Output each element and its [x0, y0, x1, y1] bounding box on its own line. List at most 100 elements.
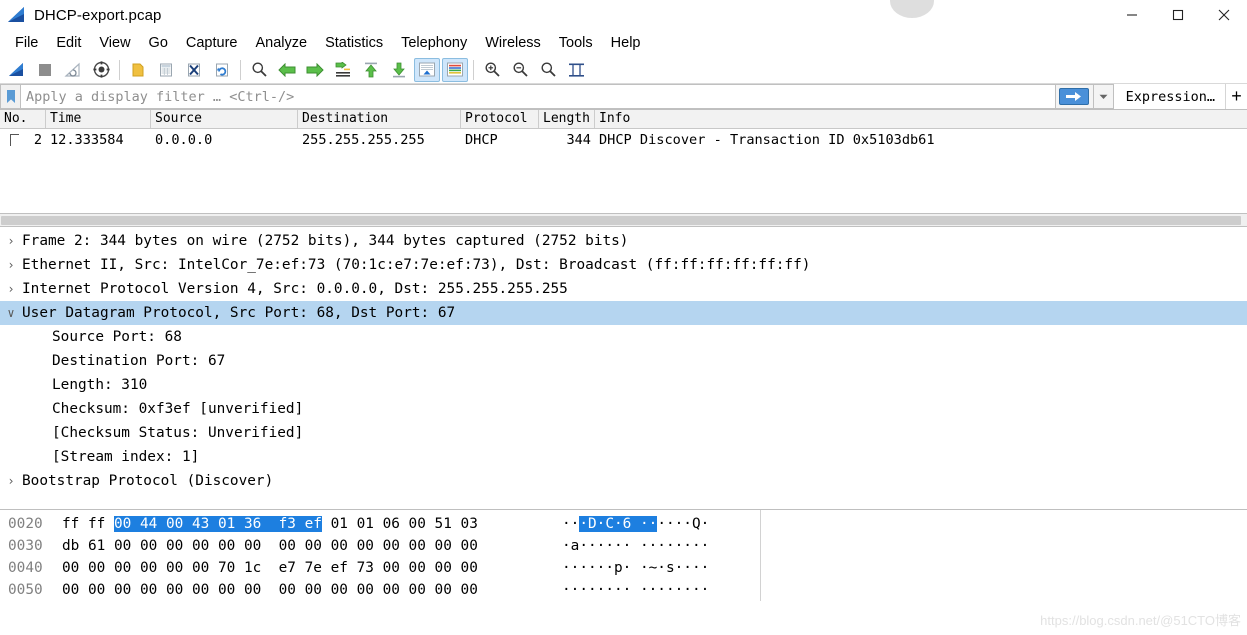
colorize-packets-icon[interactable] [442, 57, 468, 82]
packet-list-header: No. Time Source Destination Protocol Len… [0, 110, 1247, 129]
hex-offset: 0020 [8, 516, 43, 532]
scrollbar-thumb[interactable] [1, 216, 1241, 225]
detail-row-ipv4[interactable]: › Internet Protocol Version 4, Src: 0.0.… [0, 277, 1247, 301]
hex-row[interactable]: 0050 00 00 00 00 00 00 00 00 00 00 00 00… [0, 579, 1247, 601]
toolbar-separator [240, 59, 241, 80]
packet-list-pane: No. Time Source Destination Protocol Len… [0, 110, 1247, 227]
save-file-icon[interactable] [153, 58, 179, 82]
packet-detail-pane: › Frame 2: 344 bytes on wire (2752 bits)… [0, 227, 1247, 509]
packet-list-rows: 2 12.333584 0.0.0.0 255.255.255.255 DHCP… [0, 129, 1247, 150]
column-header-protocol[interactable]: Protocol [461, 110, 539, 128]
hex-bytes-post: 01 01 06 00 51 03 [321, 516, 478, 532]
detail-row-bootp[interactable]: › Bootstrap Protocol (Discover) [0, 469, 1247, 493]
menu-file[interactable]: File [6, 33, 47, 53]
detail-row-length[interactable]: Length: 310 [0, 373, 1247, 397]
go-to-last-packet-icon[interactable] [386, 58, 412, 82]
detail-row-checksum-status[interactable]: [Checksum Status: Unverified] [0, 421, 1247, 445]
packet-bytes-pane: 0020 ff ff 00 44 00 43 01 36 f3 ef 01 01… [0, 509, 1247, 601]
detail-row-frame[interactable]: › Frame 2: 344 bytes on wire (2752 bits)… [0, 229, 1247, 253]
column-header-source[interactable]: Source [151, 110, 298, 128]
zoom-in-icon[interactable] [479, 58, 505, 82]
menu-help[interactable]: Help [602, 33, 650, 53]
table-row[interactable]: 2 12.333584 0.0.0.0 255.255.255.255 DHCP… [0, 129, 1247, 150]
go-forward-icon[interactable] [302, 58, 328, 82]
hex-bytes: 00 00 00 00 00 00 70 1c e7 7e ef 73 00 0… [62, 560, 478, 576]
column-header-no[interactable]: No. [0, 110, 46, 128]
detail-label-stream-index: [Stream index: 1] [52, 449, 200, 465]
stop-capture-icon[interactable] [32, 58, 58, 82]
hex-ascii-selected: ·D·C·6 ·· [579, 516, 658, 532]
cell-length: 344 [566, 131, 591, 148]
cell-info: DHCP Discover - Transaction ID 0x5103db6… [599, 131, 935, 148]
cell-no: 2 [33, 131, 42, 148]
go-to-packet-icon[interactable] [330, 58, 356, 82]
open-file-icon[interactable] [125, 58, 151, 82]
maximize-button[interactable] [1155, 0, 1201, 30]
display-filter-input[interactable] [21, 85, 1055, 108]
menu-statistics[interactable]: Statistics [316, 33, 392, 53]
column-header-length[interactable]: Length [539, 110, 595, 128]
hex-ascii-divider [760, 510, 761, 601]
restart-capture-icon[interactable] [60, 58, 86, 82]
auto-scroll-icon[interactable] [414, 57, 440, 82]
menu-tools[interactable]: Tools [550, 33, 602, 53]
menu-view[interactable]: View [90, 33, 139, 53]
menu-telephony[interactable]: Telephony [392, 33, 476, 53]
hex-row[interactable]: 0020 ff ff 00 44 00 43 01 36 f3 ef 01 01… [0, 513, 1247, 535]
hex-bytes-pre: ff ff [62, 516, 114, 532]
toolbar-separator [119, 59, 120, 80]
menu-go[interactable]: Go [140, 33, 177, 53]
hex-offset: 0040 [8, 560, 43, 576]
capture-options-icon[interactable] [88, 58, 114, 82]
menu-analyze[interactable]: Analyze [246, 33, 316, 53]
chevron-right-icon[interactable]: › [0, 282, 22, 296]
menu-wireless[interactable]: Wireless [476, 33, 550, 53]
close-file-icon[interactable] [181, 58, 207, 82]
hex-row[interactable]: 0030 db 61 00 00 00 00 00 00 00 00 00 00… [0, 535, 1247, 557]
detail-label-ethernet: Ethernet II, Src: IntelCor_7e:ef:73 (70:… [22, 257, 811, 273]
minimize-button[interactable] [1109, 0, 1155, 30]
detail-row-stream-index[interactable]: [Stream index: 1] [0, 445, 1247, 469]
column-header-info[interactable]: Info [595, 110, 1247, 128]
start-capture-icon[interactable] [4, 58, 30, 82]
resize-columns-icon[interactable] [563, 58, 589, 82]
cursor-artifact [890, 0, 934, 18]
go-back-icon[interactable] [274, 58, 300, 82]
packet-list-body: 2 12.333584 0.0.0.0 255.255.255.255 DHCP… [0, 129, 1247, 213]
detail-label-source-port: Source Port: 68 [52, 329, 182, 345]
menu-edit[interactable]: Edit [47, 33, 90, 53]
detail-row-ethernet[interactable]: › Ethernet II, Src: IntelCor_7e:ef:73 (7… [0, 253, 1247, 277]
close-button[interactable] [1201, 0, 1247, 30]
detail-row-udp[interactable]: ∨ User Datagram Protocol, Src Port: 68, … [0, 301, 1247, 325]
apply-filter-arrow-icon[interactable] [1055, 84, 1094, 109]
reload-file-icon[interactable] [209, 58, 235, 82]
cell-protocol: DHCP [465, 131, 498, 148]
zoom-out-icon[interactable] [507, 58, 533, 82]
detail-row-checksum[interactable]: Checksum: 0xf3ef [unverified] [0, 397, 1247, 421]
hex-bytes: db 61 00 00 00 00 00 00 00 00 00 00 00 0… [62, 538, 478, 554]
chevron-right-icon[interactable]: › [0, 258, 22, 272]
bookmark-icon[interactable] [0, 84, 20, 109]
hex-offset: 0030 [8, 538, 43, 554]
normal-size-icon[interactable] [535, 58, 561, 82]
packet-list-horizontal-scrollbar[interactable] [0, 213, 1247, 227]
chevron-down-icon[interactable] [1093, 84, 1114, 109]
chevron-down-icon[interactable]: ∨ [0, 306, 22, 320]
add-filter-button[interactable]: + [1225, 84, 1247, 109]
cell-time: 12.333584 [50, 131, 124, 148]
cell-destination: 255.255.255.255 [302, 131, 425, 148]
display-filter-bar: Expression… + [0, 84, 1247, 110]
column-header-time[interactable]: Time [46, 110, 151, 128]
hex-ascii: ······p· ·~·s···· [562, 560, 710, 576]
go-to-first-packet-icon[interactable] [358, 58, 384, 82]
column-header-destination[interactable]: Destination [298, 110, 461, 128]
detail-row-source-port[interactable]: Source Port: 68 [0, 325, 1247, 349]
detail-row-destination-port[interactable]: Destination Port: 67 [0, 349, 1247, 373]
hex-row[interactable]: 0040 00 00 00 00 00 00 70 1c e7 7e ef 73… [0, 557, 1247, 579]
find-packet-icon[interactable] [246, 58, 272, 82]
window-controls [1109, 0, 1247, 30]
chevron-right-icon[interactable]: › [0, 474, 22, 488]
menu-capture[interactable]: Capture [177, 33, 247, 53]
filter-expression-button[interactable]: Expression… [1114, 84, 1225, 109]
chevron-right-icon[interactable]: › [0, 234, 22, 248]
